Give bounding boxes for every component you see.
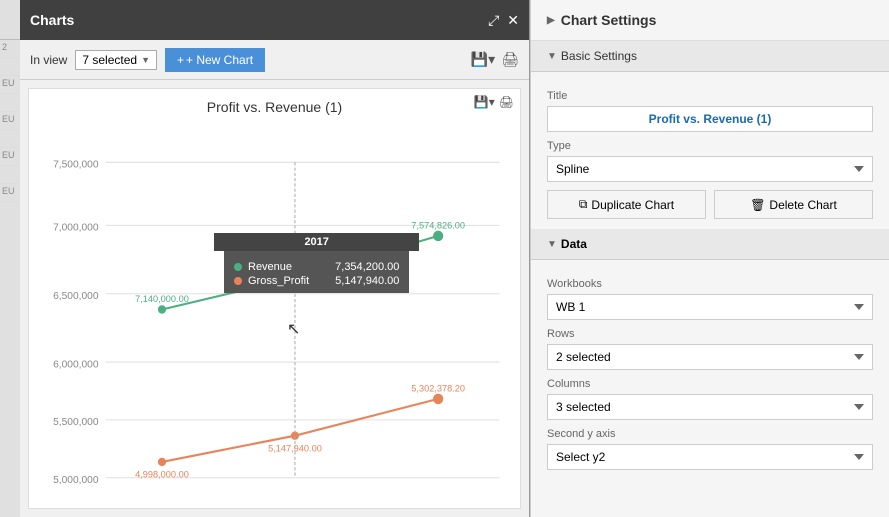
columns-label: Columns bbox=[547, 378, 873, 390]
svg-text:7,000,000: 7,000,000 bbox=[53, 223, 99, 234]
svg-text:5,500,000: 5,500,000 bbox=[53, 417, 99, 428]
data-section-header[interactable]: ▼ Data bbox=[531, 229, 889, 260]
delete-chart-button[interactable]: 🗑 Delete Chart bbox=[714, 190, 873, 219]
charts-panel-header: Charts ⤢ ✕ bbox=[20, 0, 529, 40]
type-field-label: Type bbox=[547, 140, 873, 152]
action-buttons-row: ⧉ Duplicate Chart 🗑 Delete Chart bbox=[547, 190, 873, 219]
selected-dropdown[interactable]: 7 selected ▼ bbox=[75, 50, 157, 70]
svg-text:7,140,000.00: 7,140,000.00 bbox=[135, 294, 189, 304]
second-y-label: Second y axis bbox=[547, 428, 873, 440]
title-field-label: Title bbox=[547, 90, 873, 102]
data-chevron-icon: ▼ bbox=[547, 239, 557, 250]
type-select[interactable]: Spline bbox=[547, 156, 873, 182]
chart-inner-icons: 💾▾ 🖨 bbox=[474, 95, 514, 109]
chart-save-icon[interactable]: 💾▾ bbox=[474, 95, 495, 109]
basic-settings-label: Basic Settings bbox=[561, 49, 637, 63]
charts-panel-title: Charts bbox=[30, 12, 74, 28]
svg-text:6,000,000: 6,000,000 bbox=[53, 359, 99, 370]
data-section-content: Workbooks WB 1 Rows 2 selected Columns 3… bbox=[531, 260, 889, 480]
svg-text:5,000,000: 5,000,000 bbox=[53, 475, 99, 486]
print-icon[interactable]: 🖨 bbox=[501, 51, 519, 68]
save-dropdown-icon[interactable]: 💾▾ bbox=[471, 51, 495, 68]
second-y-select[interactable]: Select y2 Revenue Gross_Profit bbox=[547, 444, 873, 470]
svg-text:4,998,000.00: 4,998,000.00 bbox=[135, 470, 189, 480]
close-icon[interactable]: ✕ bbox=[507, 12, 519, 29]
settings-header: ▶ Chart Settings bbox=[531, 0, 889, 41]
data-section-label: Data bbox=[561, 237, 587, 251]
basic-settings-section-header[interactable]: ▼ Basic Settings bbox=[531, 41, 889, 72]
chart-container: 💾▾ 🖨 Profit vs. Revenue (1) 7,500,000 7,… bbox=[28, 88, 521, 509]
settings-title: Chart Settings bbox=[561, 12, 657, 28]
plus-icon: + bbox=[177, 53, 184, 67]
dropdown-chevron-icon: ▼ bbox=[141, 55, 150, 65]
expand-icon[interactable]: ⤢ bbox=[488, 12, 499, 29]
basic-settings-chevron-icon: ▼ bbox=[547, 51, 557, 62]
settings-chevron-right-icon: ▶ bbox=[547, 15, 555, 26]
selected-count-label: 7 selected bbox=[82, 53, 137, 67]
chart-svg: 7,500,000 7,000,000 6,500,000 6,000,000 … bbox=[29, 115, 520, 504]
duplicate-icon: ⧉ bbox=[579, 197, 588, 212]
charts-toolbar: In view 7 selected ▼ + + New Chart 💾▾ 🖨 bbox=[20, 40, 529, 80]
columns-select[interactable]: 3 selected bbox=[547, 394, 873, 420]
rows-select[interactable]: 2 selected bbox=[547, 344, 873, 370]
svg-text:7,500,000: 7,500,000 bbox=[53, 159, 99, 170]
delete-icon: 🗑 bbox=[750, 198, 765, 212]
new-chart-button[interactable]: + + New Chart bbox=[165, 48, 265, 72]
delete-btn-label: Delete Chart bbox=[769, 198, 836, 212]
workbooks-select[interactable]: WB 1 bbox=[547, 294, 873, 320]
in-view-label: In view bbox=[30, 53, 67, 67]
new-chart-label: + New Chart bbox=[186, 53, 253, 67]
svg-text:7,574,826.00: 7,574,826.00 bbox=[411, 220, 465, 230]
basic-settings-content: Title Type Spline ⧉ Duplicate Chart 🗑 De… bbox=[531, 72, 889, 229]
workbooks-label: Workbooks bbox=[547, 278, 873, 290]
rows-label: Rows bbox=[547, 328, 873, 340]
title-input[interactable] bbox=[547, 106, 873, 132]
svg-text:6,500,000: 6,500,000 bbox=[53, 291, 99, 302]
chart-print-icon[interactable]: 🖨 bbox=[499, 95, 514, 109]
duplicate-btn-label: Duplicate Chart bbox=[591, 198, 674, 212]
svg-text:5,302,378.20: 5,302,378.20 bbox=[411, 383, 465, 393]
chart-title: Profit vs. Revenue (1) bbox=[29, 89, 520, 115]
duplicate-chart-button[interactable]: ⧉ Duplicate Chart bbox=[547, 190, 706, 219]
